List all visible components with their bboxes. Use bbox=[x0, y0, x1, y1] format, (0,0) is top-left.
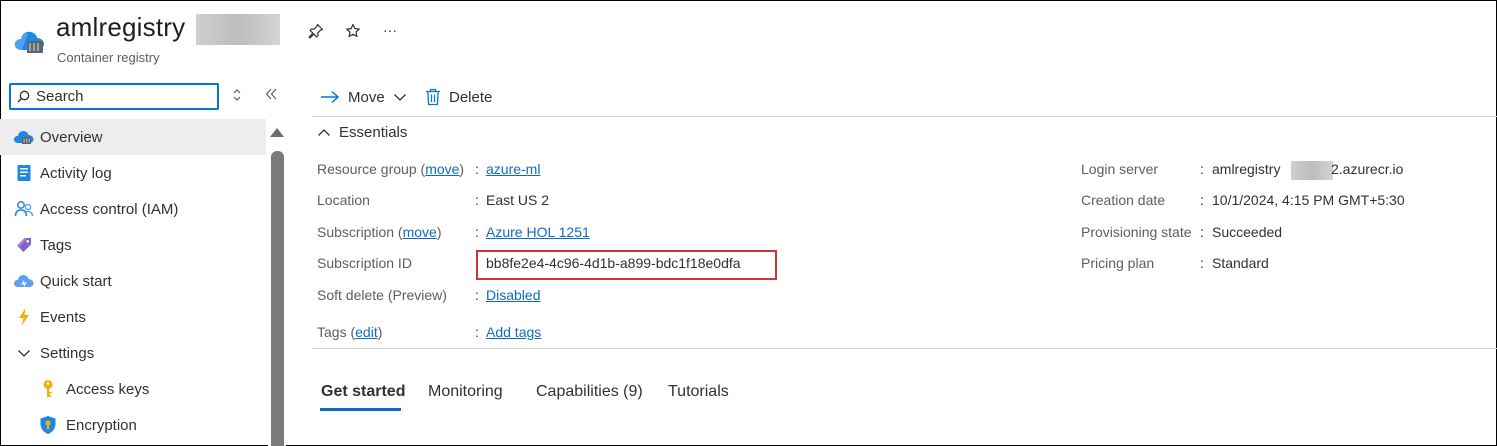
sidebar-item-label: Activity log bbox=[40, 164, 112, 182]
resource-group-label: Resource group (move) bbox=[317, 161, 465, 177]
tab-get-started[interactable]: Get started bbox=[321, 383, 405, 401]
essentials-title: Essentials bbox=[339, 124, 408, 141]
redacted-login-server bbox=[1291, 161, 1333, 180]
delete-label: Delete bbox=[449, 88, 493, 106]
quick-start-cloud-icon bbox=[12, 269, 36, 293]
sidebar-item-label: Access control (IAM) bbox=[40, 200, 179, 218]
separator: : bbox=[475, 324, 479, 340]
separator: : bbox=[475, 287, 479, 303]
sidebar-search[interactable] bbox=[9, 83, 219, 110]
tag-icon bbox=[12, 233, 36, 257]
separator: : bbox=[475, 161, 479, 177]
sidebar-item-label: Tags bbox=[40, 236, 72, 254]
scroll-thumb[interactable] bbox=[271, 151, 284, 446]
login-server-suffix: 2.azurecr.io bbox=[1331, 161, 1404, 177]
delete-button[interactable]: Delete bbox=[425, 84, 492, 110]
move-button[interactable]: Move bbox=[320, 84, 407, 110]
soft-delete-label: Soft delete (Preview) bbox=[317, 287, 447, 303]
redacted-title-suffix bbox=[196, 14, 280, 45]
separator: : bbox=[1200, 161, 1204, 177]
star-icon bbox=[346, 23, 360, 38]
move-resource-group-link[interactable]: move bbox=[425, 161, 459, 177]
iam-people-icon bbox=[12, 197, 36, 221]
login-server-prefix: amlregistry bbox=[1212, 161, 1281, 177]
lightning-icon bbox=[12, 305, 36, 329]
search-input[interactable] bbox=[36, 88, 206, 105]
resource-type: Container registry bbox=[57, 50, 160, 65]
separator: : bbox=[1200, 192, 1204, 208]
up-down-chevron-icon bbox=[233, 89, 241, 101]
add-tags-link[interactable]: Add tags bbox=[486, 324, 541, 340]
separator: : bbox=[1200, 255, 1204, 271]
divider bbox=[312, 348, 1497, 349]
resource-title: amlregistry bbox=[56, 12, 186, 42]
overview-cloud-icon bbox=[12, 125, 36, 149]
provisioning-state-value: Succeeded bbox=[1212, 224, 1283, 240]
tab-tutorials[interactable]: Tutorials bbox=[668, 383, 729, 401]
soft-delete-link[interactable]: Disabled bbox=[486, 287, 540, 303]
tab-monitoring[interactable]: Monitoring bbox=[428, 383, 503, 401]
creation-date-label: Creation date bbox=[1081, 192, 1166, 208]
edit-tags-link[interactable]: edit bbox=[355, 324, 378, 340]
tab-capabilities[interactable]: Capabilities (9) bbox=[536, 383, 643, 401]
sidebar-group-settings[interactable]: Settings bbox=[0, 335, 266, 371]
container-registry-icon bbox=[14, 31, 44, 53]
sort-toggle[interactable] bbox=[232, 88, 242, 105]
sidebar-item-activity-log[interactable]: Activity log bbox=[0, 155, 266, 191]
separator: : bbox=[1200, 224, 1204, 240]
trash-icon bbox=[426, 88, 440, 106]
sidebar-item-events[interactable]: Events bbox=[0, 299, 266, 335]
sidebar-item-label: Events bbox=[40, 308, 86, 326]
subscription-label: Subscription (move) bbox=[317, 224, 442, 240]
sidebar-item-label: Encryption bbox=[66, 416, 137, 434]
more-options-button[interactable]: ··· bbox=[379, 19, 401, 41]
move-subscription-link[interactable]: move bbox=[403, 224, 437, 240]
sidebar-item-label: Quick start bbox=[40, 272, 112, 290]
sidebar-item-overview[interactable]: Overview bbox=[0, 119, 266, 155]
arrow-right-icon bbox=[321, 90, 340, 104]
location-label: Location bbox=[317, 192, 370, 208]
key-icon bbox=[36, 377, 60, 401]
subscription-link[interactable]: Azure HOL 1251 bbox=[486, 224, 590, 240]
location-value: East US 2 bbox=[486, 192, 550, 208]
sidebar-item-label: Settings bbox=[40, 344, 95, 362]
sidebar-item-label: Overview bbox=[40, 128, 103, 146]
separator: : bbox=[475, 192, 479, 208]
sidebar-item-access-control[interactable]: Access control (IAM) bbox=[0, 191, 266, 227]
creation-date-value: 10/1/2024, 4:15 PM GMT+5:30 bbox=[1212, 192, 1405, 208]
essentials-toggle[interactable]: Essentials bbox=[317, 124, 407, 141]
provisioning-state-label: Provisioning state bbox=[1081, 224, 1192, 240]
sidebar-item-quick-start[interactable]: Quick start bbox=[0, 263, 266, 299]
pin-icon bbox=[308, 23, 324, 39]
resource-group-link[interactable]: azure-ml bbox=[486, 161, 540, 177]
pin-button[interactable] bbox=[305, 20, 327, 42]
sidebar-item-tags[interactable]: Tags bbox=[0, 227, 266, 263]
favorite-button[interactable] bbox=[342, 20, 364, 42]
tags-label: Tags (edit) bbox=[317, 324, 383, 340]
move-label: Move bbox=[348, 88, 385, 106]
subscription-id-label: Subscription ID bbox=[317, 255, 412, 271]
sidebar-item-encryption[interactable]: Encryption bbox=[0, 407, 266, 443]
search-icon bbox=[17, 90, 30, 103]
sidebar-item-access-keys[interactable]: Access keys bbox=[0, 371, 266, 407]
chevron-up-icon bbox=[318, 128, 330, 136]
sidebar-item-label: Access keys bbox=[66, 380, 150, 398]
separator: : bbox=[475, 224, 479, 240]
scroll-up-arrow[interactable] bbox=[270, 128, 284, 137]
highlight-box bbox=[476, 250, 777, 280]
double-chevron-left-icon bbox=[265, 88, 277, 100]
collapse-sidebar-button[interactable] bbox=[265, 87, 277, 104]
divider bbox=[312, 116, 1497, 117]
login-server-label: Login server bbox=[1081, 161, 1159, 177]
pricing-plan-label: Pricing plan bbox=[1081, 255, 1155, 271]
active-tab-indicator bbox=[320, 408, 401, 411]
shield-icon bbox=[36, 413, 60, 437]
chevron-down-icon bbox=[393, 94, 406, 101]
pricing-plan-value: Standard bbox=[1212, 255, 1269, 271]
chevron-down-icon bbox=[12, 341, 36, 365]
activity-log-icon bbox=[12, 161, 36, 185]
